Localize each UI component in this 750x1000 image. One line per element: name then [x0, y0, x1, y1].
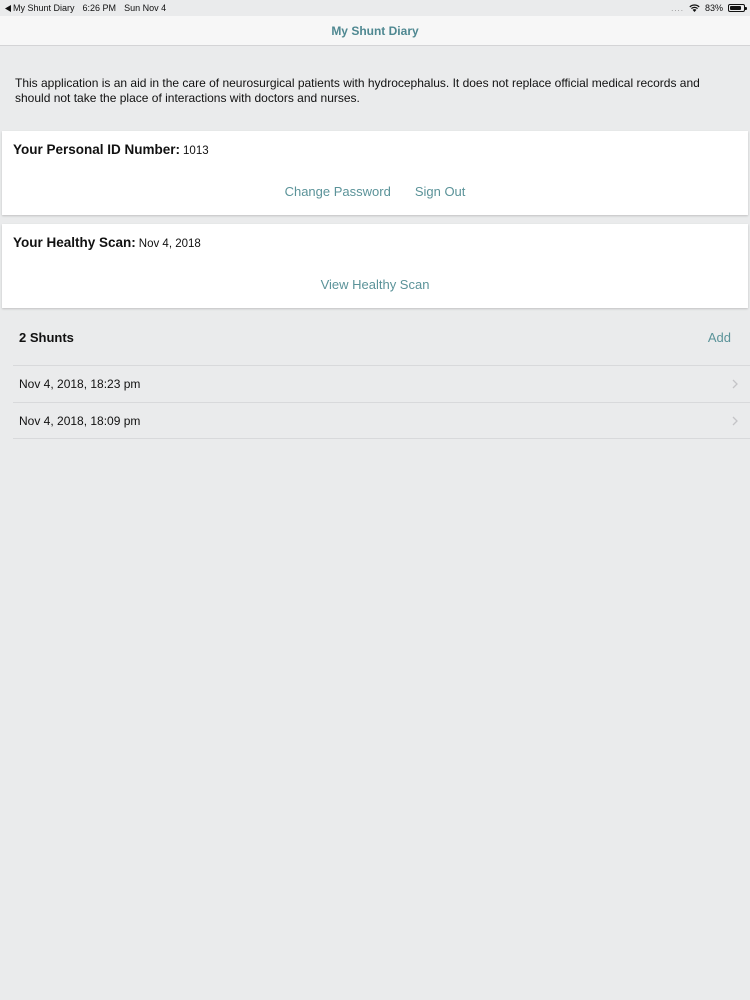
healthy-scan-label: Your Healthy Scan: — [13, 235, 136, 250]
battery-percent: 83% — [704, 3, 723, 13]
personal-id-card: Your Personal ID Number: 1013 Change Pass… — [2, 131, 748, 215]
disclaimer-text: This application is an aid in the care o… — [15, 76, 700, 105]
chevron-right-icon — [732, 379, 738, 389]
page-title: My Shunt Diary — [331, 23, 419, 38]
shunts-count-title: 2 Shunts — [19, 330, 74, 345]
status-time: 6:26 PM — [82, 3, 117, 13]
signal-dots: .... — [671, 3, 684, 13]
navigation-bar: My Shunt Diary — [0, 16, 750, 46]
account-actions: Change Password Sign Out — [2, 184, 748, 199]
wifi-icon — [689, 4, 700, 12]
list-item[interactable]: Nov 4, 2018, 18:09 pm — [13, 402, 750, 439]
battery-icon — [728, 4, 747, 12]
shunts-header: 2 Shunts Add — [19, 330, 731, 345]
add-shunt-button[interactable]: Add — [708, 330, 731, 345]
shunt-date: Nov 4, 2018, 18:23 pm — [19, 377, 141, 391]
shunt-date: Nov 4, 2018, 18:09 pm — [19, 413, 141, 428]
view-healthy-scan-button[interactable]: View Healthy Scan — [321, 277, 430, 292]
personal-id-value: 1013 — [183, 145, 209, 157]
personal-id-line: Your Personal ID Number: 1013 — [13, 142, 209, 157]
list-item[interactable]: Nov 4, 2018, 18:23 pm — [13, 365, 750, 402]
back-to-app[interactable]: My Shunt Diary — [5, 3, 75, 13]
personal-id-label: Your Personal ID Number: — [13, 142, 181, 157]
sign-out-button[interactable]: Sign Out — [415, 184, 466, 199]
healthy-scan-line: Your Healthy Scan: Nov 4, 2018 — [13, 235, 201, 250]
status-bar: My Shunt Diary 6:26 PM Sun Nov 4 .... 83… — [0, 0, 750, 16]
change-password-button[interactable]: Change Password — [285, 184, 391, 199]
healthy-scan-value: Nov 4, 2018 — [138, 238, 201, 250]
status-date: Sun Nov 4 — [124, 3, 167, 13]
shunt-list: Nov 4, 2018, 18:23 pm Nov 4, 2018, 18:09… — [13, 365, 750, 439]
scan-actions: View Healthy Scan — [2, 277, 748, 292]
healthy-scan-card: Your Healthy Scan: Nov 4, 2018 View Healt… — [2, 224, 748, 308]
back-app-label: My Shunt Diary — [13, 3, 75, 13]
chevron-right-icon — [732, 416, 738, 425]
battery-fill — [730, 6, 741, 10]
back-triangle-icon — [5, 4, 11, 12]
